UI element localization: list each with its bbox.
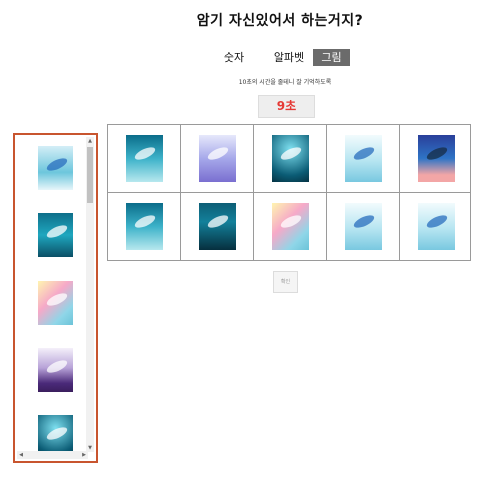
- whale-shape: [206, 212, 230, 231]
- whale-shape: [45, 357, 69, 376]
- grid-cell[interactable]: [254, 125, 326, 193]
- palette-item[interactable]: [38, 348, 73, 392]
- whale-light-painting[interactable]: [38, 146, 73, 190]
- confirm-button[interactable]: 확인: [273, 271, 298, 293]
- whale-pastel-painting[interactable]: [38, 281, 73, 325]
- whale-shape: [206, 144, 230, 163]
- scrollbar-thumb[interactable]: [87, 147, 93, 203]
- grid-cell[interactable]: [327, 125, 399, 193]
- whale-shape: [133, 212, 157, 231]
- image-palette-panel: ▲ ▼ ◀ ▶: [13, 133, 98, 463]
- tab-pictures[interactable]: 그림: [313, 49, 350, 66]
- whale-abyss-painting[interactable]: [199, 203, 236, 250]
- scroll-left-arrow-icon[interactable]: ◀: [17, 451, 25, 459]
- whale-shape: [45, 290, 69, 309]
- grid-cell[interactable]: [108, 125, 180, 193]
- vertical-scrollbar[interactable]: ▲ ▼: [86, 137, 94, 452]
- whale-shape: [45, 222, 69, 241]
- palette-item[interactable]: [38, 415, 73, 452]
- whale-shape: [279, 144, 303, 163]
- whale-sea-painting[interactable]: [126, 135, 163, 182]
- grid-cell[interactable]: [181, 193, 253, 261]
- whale-shape: [425, 212, 449, 231]
- palette-item[interactable]: [38, 281, 73, 325]
- grid-cell[interactable]: [327, 193, 399, 261]
- grid-cell[interactable]: [254, 193, 326, 261]
- grid-cell[interactable]: [400, 193, 472, 261]
- whale-ice-painting[interactable]: [345, 135, 382, 182]
- grid-cell[interactable]: [108, 193, 180, 261]
- grid-cell[interactable]: [400, 125, 472, 193]
- whale-violet-painting[interactable]: [199, 135, 236, 182]
- horizontal-scrollbar[interactable]: ◀ ▶: [17, 451, 88, 459]
- whale-ice-painting[interactable]: [345, 203, 382, 250]
- whale-shape: [425, 144, 449, 163]
- whale-shape: [45, 155, 69, 174]
- whale-shape: [279, 212, 303, 231]
- whale-shape: [352, 212, 376, 231]
- palette-item[interactable]: [38, 146, 73, 190]
- whale-shape: [133, 144, 157, 163]
- whale-purple-painting[interactable]: [38, 348, 73, 392]
- answer-grid: [107, 124, 471, 261]
- scroll-up-arrow-icon[interactable]: ▲: [86, 137, 94, 145]
- whale-deep-painting[interactable]: [272, 135, 309, 182]
- whale-shape: [45, 424, 69, 443]
- whale-teal-painting[interactable]: [38, 213, 73, 257]
- palette-item[interactable]: [38, 213, 73, 257]
- whale-sea-painting[interactable]: [126, 203, 163, 250]
- countdown-timer: 9초: [258, 95, 315, 118]
- grid-cell[interactable]: [181, 125, 253, 193]
- tab-alphabet[interactable]: 알파벳: [265, 49, 313, 66]
- whale-navy-painting[interactable]: [418, 135, 455, 182]
- whale-deep-painting[interactable]: [38, 415, 73, 452]
- whale-pastel-painting[interactable]: [272, 203, 309, 250]
- page-title: 암기 자신있어서 하는거지?: [196, 13, 364, 29]
- whale-ice-painting[interactable]: [418, 203, 455, 250]
- instruction-text: 10초의 시간을 줄테니 잘 기억하도록: [238, 79, 332, 86]
- whale-shape: [352, 144, 376, 163]
- image-palette-list[interactable]: [17, 137, 88, 452]
- tab-numbers[interactable]: 숫자: [215, 49, 253, 66]
- scroll-right-arrow-icon[interactable]: ▶: [80, 451, 88, 459]
